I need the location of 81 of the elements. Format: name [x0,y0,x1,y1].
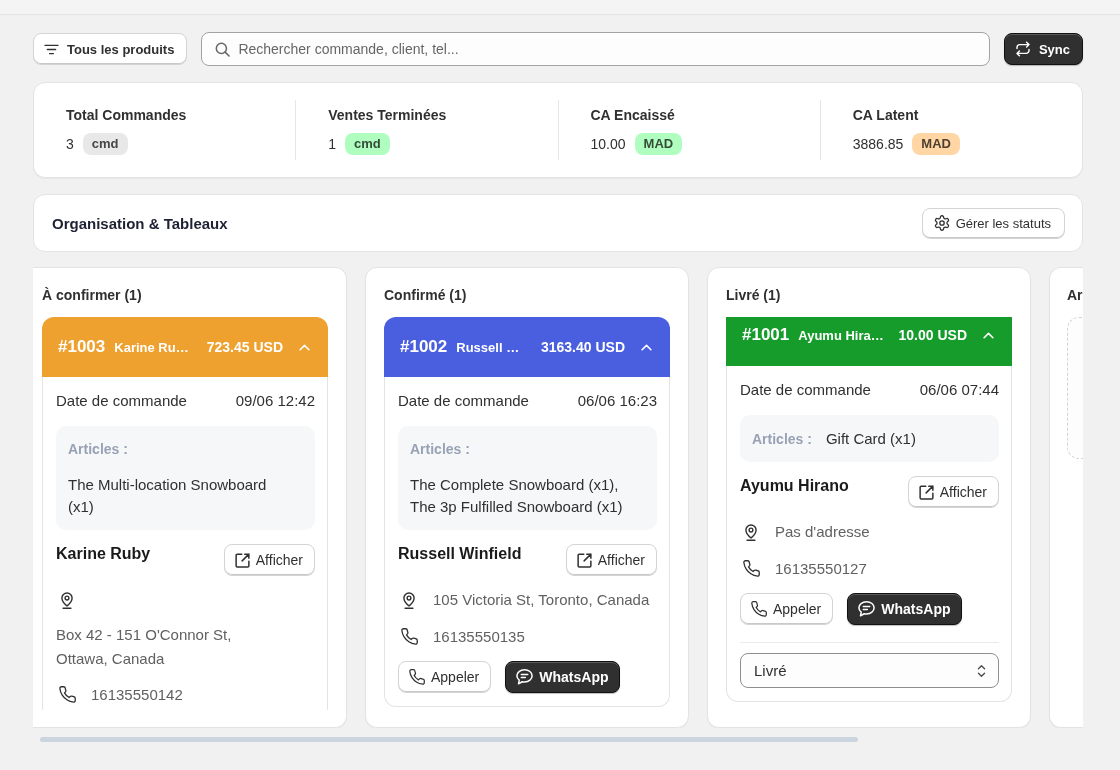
customer-name: Ayumu Hira… [798,327,885,343]
address-text: 105 Victoria St, Toronto, Canada [433,590,650,611]
call-button[interactable]: Appeler [740,593,834,625]
filter-icon [44,43,59,55]
stat-value: 3886.85 [852,135,904,154]
customer-name: Karine Ru… [114,339,190,355]
phone-icon [751,601,767,617]
phone-icon [59,685,76,703]
stat-label: CA Latent [852,106,920,125]
order-date: 06/06 07:44 [919,380,999,400]
external-link-icon [918,484,934,500]
phone-number: 16135550127 [775,559,867,577]
whatsapp-button[interactable]: WhatsApp [847,593,963,625]
chevron-up-icon[interactable] [641,343,652,351]
unit-tag: MAD [912,133,960,155]
external-link-icon [576,552,592,568]
search-field[interactable]: Rechercher commande, client, tel... [201,32,990,66]
view-button[interactable]: Afficher [907,476,999,508]
phone-number: 16135550142 [91,685,183,703]
phone-icon [401,627,418,645]
stat-label: Ventes Terminées [328,106,448,125]
up-down-chevrons-icon [977,663,986,678]
customer-name: Ayumu Hirano [740,476,849,496]
status-select[interactable]: Livré [740,653,999,688]
filter-button[interactable]: Tous les produits [33,33,188,65]
chevron-up-icon[interactable] [299,343,310,351]
chat-bubble-icon [858,601,876,617]
chat-bubble-icon [516,669,534,685]
unit-tag: MAD [634,133,683,155]
order-number: #1001 [742,325,790,345]
phone-number: 16135550135 [433,627,525,645]
stat-label: CA Encaissé [590,106,676,125]
external-link-icon [234,552,250,568]
order-total: 10.00 USD [898,327,967,343]
column-title: Ar [1067,286,1083,305]
sync-button[interactable]: Sync [1003,33,1083,65]
customer-name: Russell Winfield [398,544,522,564]
order-number: #1003 [58,337,106,357]
settings-icon [933,215,950,231]
view-button[interactable]: Afficher [223,544,315,576]
order-total: 3163.40 USD [540,339,625,355]
articles-label: Articles : [68,440,128,459]
date-label: Date de commande [740,380,871,400]
order-total: 723.45 USD [206,339,283,355]
unit-tag: cmd [82,133,128,155]
articles-label: Articles : [752,430,812,449]
view-button[interactable]: Afficher [565,544,657,576]
stat-value: 3 [66,135,74,154]
articles-list: Gift Card (x1) [825,428,916,450]
column-title: À confirmer (1) [42,286,142,305]
stat-value: 10.00 [590,135,626,154]
location-pin-icon [402,591,416,609]
whatsapp-button[interactable]: WhatsApp [505,661,621,693]
articles-list: The Multi-location Snowboard (x1) [68,474,291,518]
column-title: Confirmé (1) [384,286,467,305]
order-date: 09/06 12:42 [235,391,315,411]
stat-value: 1 [328,135,337,154]
date-label: Date de commande [56,391,187,411]
column-title: Livré (1) [726,286,781,305]
address-text: Pas d'adresse [775,522,870,543]
stat-label: Total Commandes [66,106,188,125]
customer-name: Karine Ruby [56,544,151,564]
date-label: Date de commande [398,391,529,411]
address-text: Box 42 - 151 O'Connor St, Ottawa, Canada [56,625,233,669]
scrollbar-thumb[interactable] [40,737,858,742]
customer-name: Russell … [456,339,521,355]
articles-label: Articles : [410,440,470,459]
repeat-arrows-icon [1014,41,1031,57]
section-title: Organisation & Tableaux [52,214,228,232]
unit-tag: cmd [345,133,390,155]
order-number: #1002 [400,337,448,357]
phone-icon [743,559,760,577]
chevron-up-icon[interactable] [983,331,994,339]
call-button[interactable]: Appeler [398,661,492,693]
articles-list: The Complete Snowboard (x1), The 3p Fulfilled Snowboard (x1) [410,474,633,518]
location-pin-icon [60,591,74,609]
phone-icon [409,669,425,685]
search-icon [215,41,231,57]
location-pin-icon [744,523,758,541]
order-date: 06/06 16:23 [577,391,657,411]
manage-statuses-button[interactable]: Gérer les statuts [921,207,1065,239]
